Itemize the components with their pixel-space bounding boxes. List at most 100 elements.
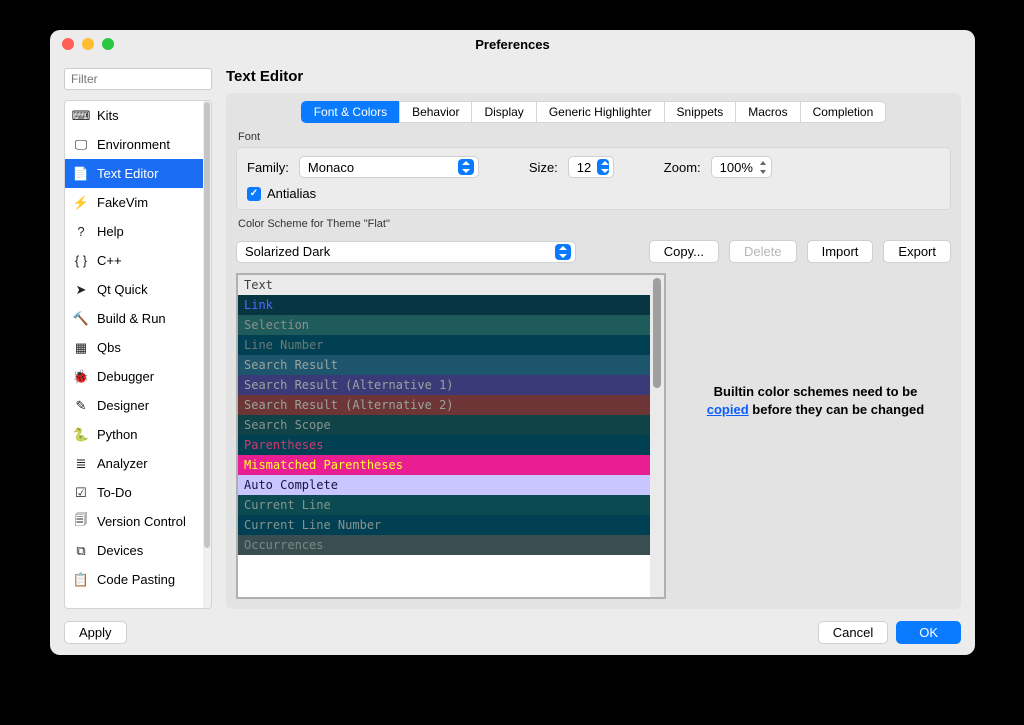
panel-tabs: Font & ColorsBehaviorDisplayGeneric High… [236, 101, 951, 123]
sidebar-item-devices[interactable]: ⧉Devices [65, 536, 203, 565]
scheme-item-search-result[interactable]: Search Result [238, 355, 650, 375]
color-scheme-list: TextLinkSelectionLine NumberSearch Resul… [236, 273, 666, 599]
sidebar-item-to-do[interactable]: ☑To-Do [65, 478, 203, 507]
sidebar-item-environment[interactable]: 🖵Environment [65, 130, 203, 159]
scheme-item-occurrences[interactable]: Occurrences [238, 535, 650, 555]
sidebar-item-build-run[interactable]: 🔨Build & Run [65, 304, 203, 333]
sidebar-item-qt-quick[interactable]: ➤ Qt Quick [65, 275, 203, 304]
apply-button[interactable]: Apply [64, 621, 127, 644]
color-scheme-section-label: Color Scheme for Theme "Flat" [238, 218, 949, 230]
preferences-window: Preferences ⌨Kits🖵Environment📄Text Edito… [50, 30, 975, 655]
tab-snippets[interactable]: Snippets [664, 101, 737, 123]
devices-icon: ⧉ [73, 543, 89, 559]
scheme-item-parentheses[interactable]: Parentheses [238, 435, 650, 455]
scheme-item-mismatched-parentheses[interactable]: Mismatched Parentheses [238, 455, 650, 475]
sidebar-item-code-pasting[interactable]: 📋Code Pasting [65, 565, 203, 594]
sidebar-item-label: Analyzer [97, 456, 148, 471]
font-size-value: 12 [577, 160, 591, 175]
sidebar-item-debugger[interactable]: 🐞Debugger [65, 362, 203, 391]
color-scheme-combo[interactable]: Solarized Dark [236, 241, 576, 263]
cancel-button[interactable]: Cancel [818, 621, 888, 644]
scheme-copy-button[interactable]: Copy... [649, 240, 719, 263]
qtquick-icon: ➤ [73, 282, 89, 298]
zoom-window-button[interactable] [102, 38, 114, 50]
info-suffix: before they can be changed [749, 402, 925, 417]
settings-panel: Font & ColorsBehaviorDisplayGeneric High… [226, 93, 961, 609]
filter-input[interactable] [64, 68, 212, 90]
scheme-export-button[interactable]: Export [883, 240, 951, 263]
tab-generic-highlighter[interactable]: Generic Highlighter [536, 101, 665, 123]
font-family-combo[interactable]: Monaco [299, 156, 479, 178]
minimize-window-button[interactable] [82, 38, 94, 50]
sidebar-item-label: Code Pasting [97, 572, 175, 587]
ok-button[interactable]: OK [896, 621, 961, 644]
sidebar-item-designer[interactable]: ✎ Designer [65, 391, 203, 420]
sidebar-item-label: Help [97, 224, 124, 239]
font-family-label: Family: [247, 160, 289, 175]
environment-icon: 🖵 [73, 137, 89, 153]
tab-completion[interactable]: Completion [800, 101, 887, 123]
scheme-item-selection[interactable]: Selection [238, 315, 650, 335]
chevron-updown-icon [597, 159, 609, 175]
sidebar-item-python[interactable]: 🐍Python [65, 420, 203, 449]
color-scheme-scrollbar-thumb[interactable] [653, 278, 661, 388]
close-window-button[interactable] [62, 38, 74, 50]
zoom-value: 100% [720, 160, 753, 175]
sidebar-item-kits[interactable]: ⌨Kits [65, 101, 203, 130]
designer-icon: ✎ [73, 398, 89, 414]
sidebar-list[interactable]: ⌨Kits🖵Environment📄Text Editor⚡FakeVim?He… [65, 101, 203, 608]
traffic-lights [62, 38, 114, 50]
antialias-checkbox[interactable]: ✓ [247, 187, 261, 201]
scheme-item-auto-complete[interactable]: Auto Complete [238, 475, 650, 495]
sidebar-item-qbs[interactable]: ▦ Qbs [65, 333, 203, 362]
sidebar-item-label: FakeVim [97, 195, 148, 210]
tab-behavior[interactable]: Behavior [399, 101, 472, 123]
build-run-icon: 🔨 [73, 311, 89, 327]
antialias-row: ✓ Antialias [247, 186, 940, 201]
scheme-item-current-line[interactable]: Current Line [238, 495, 650, 515]
sidebar-item-help[interactable]: ?Help [65, 217, 203, 246]
scheme-item-line-number[interactable]: Line Number [238, 335, 650, 355]
python-icon: 🐍 [73, 427, 89, 443]
sidebar-item-label: Qbs [97, 340, 121, 355]
sidebar-scrollbar-thumb[interactable] [204, 102, 210, 548]
sidebar-item-analyzer[interactable]: ≣ Analyzer [65, 449, 203, 478]
sidebar-item-c-[interactable]: { }C++ [65, 246, 203, 275]
sidebar: ⌨Kits🖵Environment📄Text Editor⚡FakeVim?He… [64, 100, 212, 609]
sidebar-item-text-editor[interactable]: 📄Text Editor [65, 159, 203, 188]
scheme-item-text[interactable]: Text [238, 275, 650, 295]
font-section-label: Font [238, 131, 949, 143]
scheme-item-search-result-alternative-1-[interactable]: Search Result (Alternative 1) [238, 375, 650, 395]
font-row: Family: Monaco Size: 12 [247, 156, 940, 178]
analyzer-icon: ≣ [73, 456, 89, 472]
sidebar-item-label: Designer [97, 398, 149, 413]
sidebar-item-fakevim[interactable]: ⚡FakeVim [65, 188, 203, 217]
titlebar: Preferences [50, 30, 975, 58]
scheme-item-current-line-number[interactable]: Current Line Number [238, 515, 650, 535]
tab-macros[interactable]: Macros [735, 101, 800, 123]
scheme-import-button[interactable]: Import [807, 240, 874, 263]
color-scheme-scrollbar[interactable] [650, 275, 664, 597]
qbs-icon: ▦ [73, 340, 89, 356]
chevron-updown-icon [458, 159, 474, 175]
window-title: Preferences [50, 37, 975, 52]
sidebar-item-label: Kits [97, 108, 119, 123]
sidebar-item-label: Qt Quick [97, 282, 148, 297]
sidebar-item-version-control[interactable]: 🗐Version Control [65, 507, 203, 536]
scheme-item-search-scope[interactable]: Search Scope [238, 415, 650, 435]
antialias-label: Antialias [267, 186, 316, 201]
scheme-item-link[interactable]: Link [238, 295, 650, 315]
sidebar-scrollbar[interactable] [203, 101, 211, 608]
font-family-value: Monaco [308, 160, 354, 175]
tab-font-colors[interactable]: Font & Colors [301, 101, 400, 123]
tab-display[interactable]: Display [471, 101, 536, 123]
stepper-down-icon[interactable] [757, 168, 769, 175]
color-scheme-list-body[interactable]: TextLinkSelectionLine NumberSearch Resul… [238, 275, 650, 597]
scheme-item-search-result-alternative-2-[interactable]: Search Result (Alternative 2) [238, 395, 650, 415]
chevron-updown-icon [555, 244, 571, 260]
font-size-combo[interactable]: 12 [568, 156, 614, 178]
stepper-up-icon[interactable] [757, 159, 769, 166]
color-scheme-row: Solarized Dark Copy... Delete Import Exp… [236, 240, 951, 263]
zoom-spinbox[interactable]: 100% [711, 156, 772, 178]
copied-link[interactable]: copied [707, 402, 749, 417]
